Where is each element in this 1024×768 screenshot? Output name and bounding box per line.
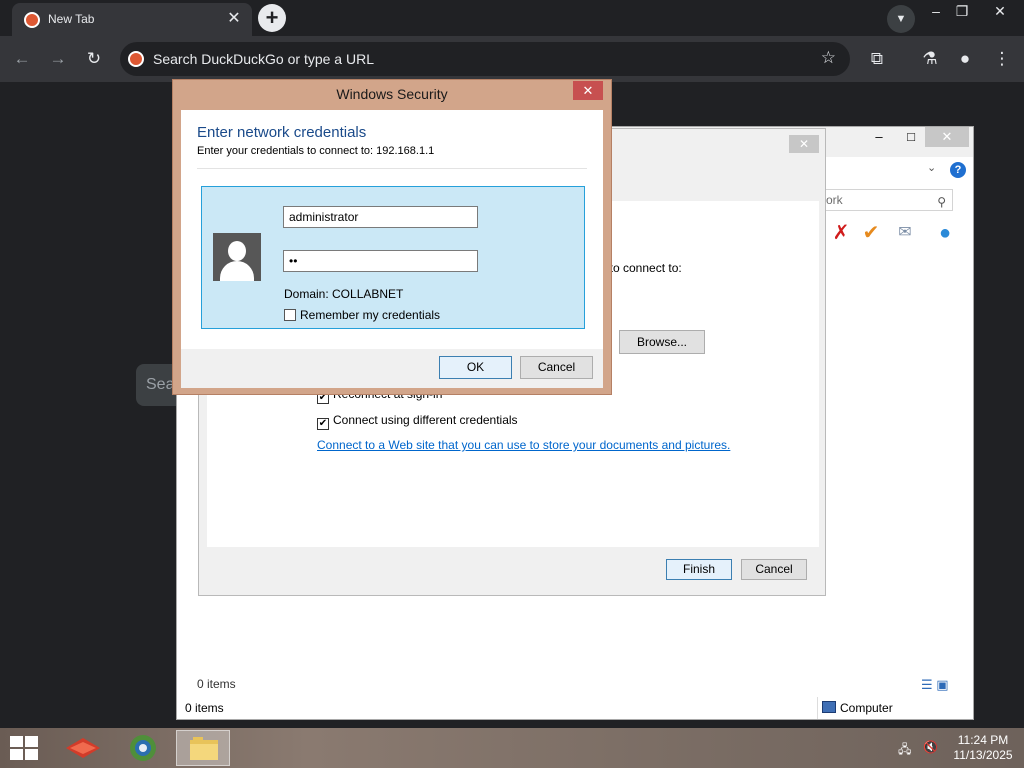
cancel-button[interactable]: Cancel	[520, 356, 593, 379]
tab-close-icon[interactable]: ✕	[224, 9, 244, 29]
ok-button[interactable]: OK	[439, 356, 512, 379]
status-computer: Computer	[817, 697, 975, 719]
duckduckgo-icon	[24, 12, 40, 28]
credentials-heading: Enter network credentials	[197, 124, 367, 141]
explorer-toolbar-icons: ✗ ✔ ✉ ●	[829, 221, 969, 247]
explorer-status-bar-count: 0 items	[185, 701, 224, 715]
search-icon: ⚲	[937, 195, 946, 209]
network-globe-icon[interactable]: ●	[933, 221, 957, 245]
page-scrollbar[interactable]	[1010, 82, 1024, 728]
remember-credentials-checkbox[interactable]	[284, 309, 296, 321]
email-icon[interactable]: ✉	[893, 221, 917, 245]
address-bar[interactable]: Search DuckDuckGo or type a URL ☆	[120, 42, 850, 76]
tab-new-tab[interactable]: New Tab ✕	[12, 3, 252, 36]
taskbar-clock[interactable]: 11:24 PM 11/13/2025	[948, 733, 1018, 763]
forward-arrow-icon[interactable]: →	[45, 46, 71, 72]
new-tab-button[interactable]: +	[258, 4, 286, 32]
taskbar-app-folder-icon[interactable]	[176, 730, 230, 766]
reload-icon[interactable]: ↻	[81, 46, 107, 72]
computer-icon	[822, 701, 836, 713]
password-field[interactable]: ••	[283, 250, 478, 272]
credential-tile[interactable]: administrator •• Domain: COLLABNET Remem…	[201, 186, 585, 329]
duckduckgo-icon	[128, 51, 144, 67]
finish-button[interactable]: Finish	[666, 559, 732, 580]
windows-start-icon[interactable]	[8, 736, 38, 760]
browser-tab-strip: New Tab ✕ + ▼ – ❐ ✕	[0, 0, 1024, 36]
web-site-link[interactable]: Connect to a Web site that you can use t…	[317, 438, 730, 452]
menu-icon[interactable]: ⋮	[989, 46, 1015, 72]
delete-x-icon[interactable]: ✗	[829, 221, 853, 245]
view-toggle-icons[interactable]: ☰ ▣	[921, 677, 949, 693]
explorer-search-text: ork	[826, 193, 843, 207]
dialog-title: Windows Security	[336, 86, 448, 102]
browse-button[interactable]: Browse...	[619, 330, 705, 354]
network-icon[interactable]: 🖧	[898, 740, 911, 761]
ribbon-chevron-down-icon[interactable]: ⌄	[927, 161, 936, 174]
different-credentials-label: Connect using different credentials	[333, 413, 518, 427]
address-bar-placeholder: Search DuckDuckGo or type a URL	[153, 51, 374, 67]
mute-icon[interactable]: 🔇	[923, 740, 938, 754]
help-icon[interactable]: ?	[950, 162, 966, 178]
extensions-icon[interactable]: ⧉	[864, 46, 890, 72]
tab-search-chevron-down-icon[interactable]: ▼	[887, 5, 915, 33]
dialog-body: Enter network credentials Enter your cre…	[181, 110, 603, 349]
taskbar-app-collabnet-icon[interactable]	[56, 730, 110, 766]
wizard-close-icon[interactable]: ✕	[789, 135, 819, 153]
different-credentials-checkbox[interactable]: ✔	[317, 418, 329, 430]
window-close-icon[interactable]: ✕	[978, 0, 1022, 30]
clock-time: 11:24 PM	[957, 733, 1009, 747]
status-computer-label: Computer	[840, 701, 893, 715]
wizard-instruction-fragment: t to connect to:	[603, 261, 682, 275]
clock-date: 11/13/2025	[953, 748, 1013, 762]
separator	[197, 168, 587, 169]
different-credentials-row[interactable]: ✔ Connect using different credentials	[317, 413, 518, 430]
remember-credentials-row[interactable]: Remember my credentials	[284, 308, 440, 322]
restore-icon[interactable]: ❐	[947, 0, 977, 30]
taskbar: 🖧 🔇 11:24 PM 11/13/2025	[0, 728, 1024, 768]
taskbar-app-browser-icon[interactable]	[116, 730, 170, 766]
tab-title: New Tab	[48, 12, 95, 26]
remember-credentials-label: Remember my credentials	[300, 308, 441, 322]
explorer-search-input[interactable]: ork ⚲	[823, 189, 953, 211]
profile-icon[interactable]: ●	[952, 46, 978, 72]
checkmark-icon[interactable]: ✔	[859, 221, 883, 245]
username-field[interactable]: administrator	[283, 206, 478, 228]
windows-security-dialog: Windows Security ✕ Enter network credent…	[172, 79, 612, 395]
dialog-close-icon[interactable]: ✕	[573, 81, 603, 100]
explorer-item-count: 0 items	[197, 677, 236, 691]
wizard-cancel-button[interactable]: Cancel	[741, 559, 807, 580]
credentials-subheading: Enter your credentials to connect to: 19…	[197, 145, 435, 157]
star-icon[interactable]: ☆	[821, 48, 836, 68]
domain-label: Domain: COLLABNET	[284, 287, 404, 301]
user-avatar-icon	[213, 233, 261, 281]
dialog-footer: OK Cancel	[181, 349, 603, 388]
labs-flask-icon[interactable]: ⚗	[917, 46, 943, 72]
back-arrow-icon[interactable]: ←	[9, 46, 35, 72]
browser-toolbar: ← → ↻ Search DuckDuckGo or type a URL ☆ …	[0, 36, 1024, 82]
explorer-close-icon[interactable]: ✕	[925, 127, 969, 147]
